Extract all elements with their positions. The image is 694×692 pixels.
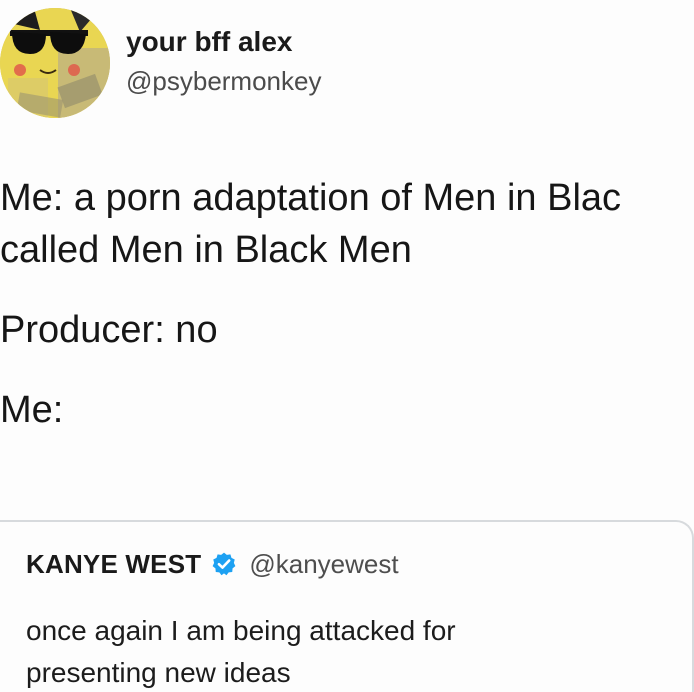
quoted-author-name[interactable]: KANYE WEST [26,549,201,580]
quoted-author-handle[interactable]: @kanyewest [249,549,398,580]
tweet-screenshot: your bff alex @psybermonkey Me: a porn a… [0,0,694,692]
author-display-name[interactable]: your bff alex [126,26,292,58]
quoted-tweet-card[interactable]: KANYE WEST @kanyewest once again I am be… [0,520,694,692]
quoted-text-line: presenting new ideas [26,657,291,688]
tweet-text: Me: a porn adaptation of Men in Blac cal… [0,172,694,436]
quoted-text-line: once again I am being attacked for [26,615,456,646]
tweet-text-line: Me: a porn adaptation of Men in Blac [0,177,622,219]
quoted-tweet-header: KANYE WEST @kanyewest [26,546,399,582]
verified-badge-icon [211,551,237,577]
pikachu-sunglasses-icon [0,8,110,118]
tweet-text-line: called Men in Black Men [0,229,412,271]
author-handle[interactable]: @psybermonkey [126,66,321,97]
avatar[interactable] [0,8,110,118]
tweet-text-line: Producer: no [0,309,218,351]
quoted-tweet-text: once again I am being attacked for prese… [26,610,456,692]
tweet-text-line: Me: [0,389,64,431]
